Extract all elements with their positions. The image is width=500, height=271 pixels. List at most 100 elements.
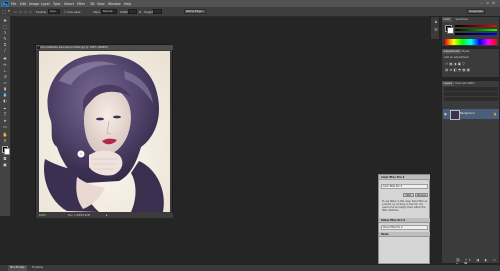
silver-efex-select[interactable]: Silver Efex Pro 2	[381, 225, 428, 230]
menu-bar: Ps File Edit Image Layer Type Select Fil…	[0, 0, 500, 7]
color-efex-select[interactable]: Color Efex Pro 4	[381, 184, 428, 189]
history-panel-icon[interactable]: ⧗	[433, 20, 439, 25]
feather-input[interactable]: 0 px	[48, 9, 60, 14]
clone-stamp-tool-icon[interactable]: ⊥	[2, 68, 8, 73]
layer-name[interactable]: Background	[460, 112, 475, 115]
type-tool-icon[interactable]: T	[2, 112, 8, 117]
color-panel: Color Swatches	[441, 16, 500, 47]
canvas-image[interactable]	[39, 51, 170, 212]
tab-timeline[interactable]: Timeline	[30, 265, 45, 271]
menu-help[interactable]: Help	[124, 2, 131, 6]
height-input[interactable]	[153, 9, 162, 14]
menu-3d[interactable]: 3D	[90, 2, 94, 6]
color-efex-header[interactable]: Color Efex Pro 4	[379, 175, 430, 180]
tab-paths[interactable]: Paths	[466, 81, 476, 86]
brush-tool-icon[interactable]: ✏	[2, 62, 8, 67]
red-slider[interactable]	[455, 25, 497, 27]
bg-color-chip[interactable]	[447, 27, 454, 34]
shape-tool-icon[interactable]: ▭	[2, 124, 8, 129]
zoom-level[interactable]: 100%	[39, 213, 46, 218]
chevron-down-icon[interactable]: ▾	[8, 9, 10, 13]
menu-file[interactable]: File	[11, 2, 16, 6]
blur-tool-icon[interactable]: 💧	[2, 92, 8, 97]
adjustment-icons-row-2[interactable]: ▤⚖◧◓▦▩	[445, 68, 471, 72]
layer-filter-bar[interactable]	[444, 87, 498, 91]
hand-tool-icon[interactable]: ✋	[2, 132, 8, 137]
menu-window[interactable]: Window	[108, 2, 121, 6]
healing-tool-icon[interactable]: ✚	[2, 56, 8, 61]
green-slider[interactable]	[455, 29, 497, 31]
marquee-tool-icon[interactable]: ⬚	[2, 24, 8, 29]
options-bar: ⬚ ▾ ▭ ▭ ▭ ▭ Feather: 0 px ☐ Anti-alias S…	[0, 7, 500, 17]
screen-mode-icon[interactable]: ▣	[2, 162, 8, 167]
tab-swatches[interactable]: Swatches	[454, 17, 469, 22]
add-selection-icon[interactable]: ▭	[19, 10, 22, 14]
blue-slider[interactable]	[455, 33, 497, 35]
filter-button[interactable]: Filter	[403, 193, 414, 197]
document-title[interactable]: Color-Website-free-hair-portrait.jpg @ 1…	[36, 45, 173, 50]
menu-edit[interactable]: Edit	[20, 2, 26, 6]
minimize-icon[interactable]: –	[479, 1, 484, 6]
swap-icon[interactable]: ⇄	[139, 10, 142, 14]
menu-view[interactable]: View	[97, 2, 105, 6]
layer-row[interactable]: ◉ Background 🔒	[443, 109, 499, 120]
recipes-button[interactable]: Recipes	[415, 193, 428, 197]
close-icon[interactable]: ✕	[491, 1, 496, 6]
maximize-icon[interactable]: ▫	[485, 1, 490, 6]
antialias-label: Anti-alias	[67, 9, 81, 14]
quick-mask-icon[interactable]: ◘	[2, 156, 8, 161]
width-input[interactable]	[128, 9, 137, 14]
document-status-bar: 100% Doc: 1.93M/1.93M ▸	[36, 213, 173, 218]
tools-header[interactable]: Tools	[379, 232, 430, 237]
crop-tool-icon[interactable]: ⌗	[2, 42, 8, 47]
quick-select-tool-icon[interactable]: ✎	[2, 36, 8, 41]
move-tool-icon[interactable]: ✥	[2, 18, 8, 23]
chevron-right-icon[interactable]: ▸	[106, 213, 108, 218]
menu-layer[interactable]: Layer	[41, 2, 50, 6]
history-brush-tool-icon[interactable]: ↺	[2, 74, 8, 79]
subtract-selection-icon[interactable]: ▭	[24, 10, 27, 14]
eye-icon[interactable]: ◉	[444, 112, 447, 116]
background-color-swatch[interactable]	[3, 148, 10, 155]
adjustments-title: Add an adjustment	[444, 56, 469, 59]
tab-layers[interactable]: Layers	[442, 81, 454, 86]
intersect-selection-icon[interactable]: ▭	[29, 10, 32, 14]
color-spectrum[interactable]	[445, 39, 497, 45]
marquee-tool-icon[interactable]: ⬚	[2, 9, 6, 14]
layer-thumbnail	[450, 110, 460, 120]
lasso-tool-icon[interactable]: ↄ	[2, 30, 8, 35]
tab-styles[interactable]: Styles	[460, 49, 471, 54]
style-select[interactable]: Normal	[101, 9, 117, 14]
tab-adjustments[interactable]: Adjustments	[442, 49, 462, 54]
tab-mini-bridge[interactable]: Mini Bridge	[8, 265, 27, 271]
zoom-tool-icon[interactable]: ⚲	[2, 138, 8, 143]
menu-select[interactable]: Select	[64, 2, 74, 6]
tab-color[interactable]: Color	[442, 17, 452, 22]
style-label: Style:	[93, 9, 101, 14]
pen-tool-icon[interactable]: ✒	[2, 106, 8, 111]
menu-image[interactable]: Image	[29, 2, 39, 6]
eraser-tool-icon[interactable]: ▱	[2, 80, 8, 85]
document-window[interactable]: Color-Website-free-hair-portrait.jpg @ 1…	[35, 44, 173, 218]
close-icon[interactable]: ×	[37, 45, 40, 49]
portrait-photo	[39, 51, 170, 212]
eyedropper-tool-icon[interactable]: ⁄	[2, 48, 8, 53]
lock-bar[interactable]	[444, 97, 498, 101]
silver-efex-header[interactable]: Silver Efex Pro 2	[379, 218, 430, 223]
new-selection-icon[interactable]: ▭	[14, 10, 17, 14]
app-logo: Ps	[1, 0, 9, 7]
menu-type[interactable]: Type	[53, 2, 60, 6]
antialias-checkbox[interactable]: ☐	[64, 10, 67, 14]
doc-size: Doc: 1.93M/1.93M	[68, 214, 90, 217]
refine-edge-button[interactable]: Refine Edge...	[184, 8, 206, 14]
gradient-tool-icon[interactable]: ▮	[2, 86, 8, 91]
adjustment-icons-row-1[interactable]: ☼▦◑▣▽	[445, 62, 466, 66]
menu-filter[interactable]: Filter	[77, 2, 85, 6]
nik-filters-panel: Color Efex Pro 4 Color Efex Pro 4 Filter…	[378, 174, 430, 270]
properties-panel-icon[interactable]: ☰	[433, 28, 439, 33]
dodge-tool-icon[interactable]: ◐	[2, 98, 8, 103]
adjustments-panel: Adjustments Styles Add an adjustment ☼▦◑…	[441, 48, 500, 78]
workspace-select[interactable]: Essentials	[467, 8, 485, 14]
blend-mode-bar[interactable]	[444, 92, 498, 96]
path-select-tool-icon[interactable]: ➤	[2, 118, 8, 123]
